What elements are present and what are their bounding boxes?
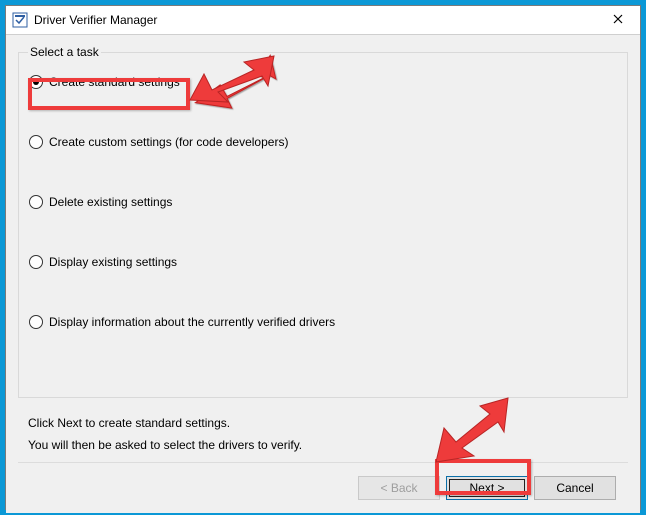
button-label: Next >	[449, 479, 525, 497]
button-label: Cancel	[556, 481, 593, 495]
help-text: Click Next to create standard settings. …	[18, 412, 628, 456]
option-display-verified[interactable]: Display information about the currently …	[29, 313, 617, 331]
radio-icon	[29, 75, 43, 89]
task-panel: Create standard settings Create custom s…	[18, 52, 628, 398]
prompt-label: Select a task	[28, 45, 101, 59]
button-label: < Back	[380, 481, 417, 495]
cancel-button[interactable]: Cancel	[534, 476, 616, 500]
radio-icon	[29, 255, 43, 269]
wizard-footer: < Back Next > Cancel	[18, 462, 628, 513]
option-custom-settings[interactable]: Create custom settings (for code develop…	[29, 133, 617, 151]
radio-icon	[29, 195, 43, 209]
window-title: Driver Verifier Manager	[34, 13, 596, 27]
help-line: You will then be asked to select the dri…	[28, 434, 618, 456]
option-delete-settings[interactable]: Delete existing settings	[29, 193, 617, 211]
titlebar: Driver Verifier Manager	[6, 6, 640, 35]
radio-icon	[29, 315, 43, 329]
option-label: Display information about the currently …	[49, 315, 335, 329]
close-icon	[613, 13, 623, 27]
option-display-settings[interactable]: Display existing settings	[29, 253, 617, 271]
content-area: Select a task Create standard settings C…	[6, 35, 640, 513]
help-line: Click Next to create standard settings.	[28, 412, 618, 434]
option-label: Delete existing settings	[49, 195, 172, 209]
close-button[interactable]	[596, 6, 640, 34]
next-button[interactable]: Next >	[446, 476, 528, 500]
back-button: < Back	[358, 476, 440, 500]
app-icon	[12, 12, 28, 28]
radio-icon	[29, 135, 43, 149]
option-label: Create custom settings (for code develop…	[49, 135, 288, 149]
dialog-window: Driver Verifier Manager Select a task Cr…	[5, 5, 641, 510]
option-label: Display existing settings	[49, 255, 177, 269]
option-label: Create standard settings	[49, 75, 180, 89]
option-standard-settings[interactable]: Create standard settings	[29, 73, 617, 91]
